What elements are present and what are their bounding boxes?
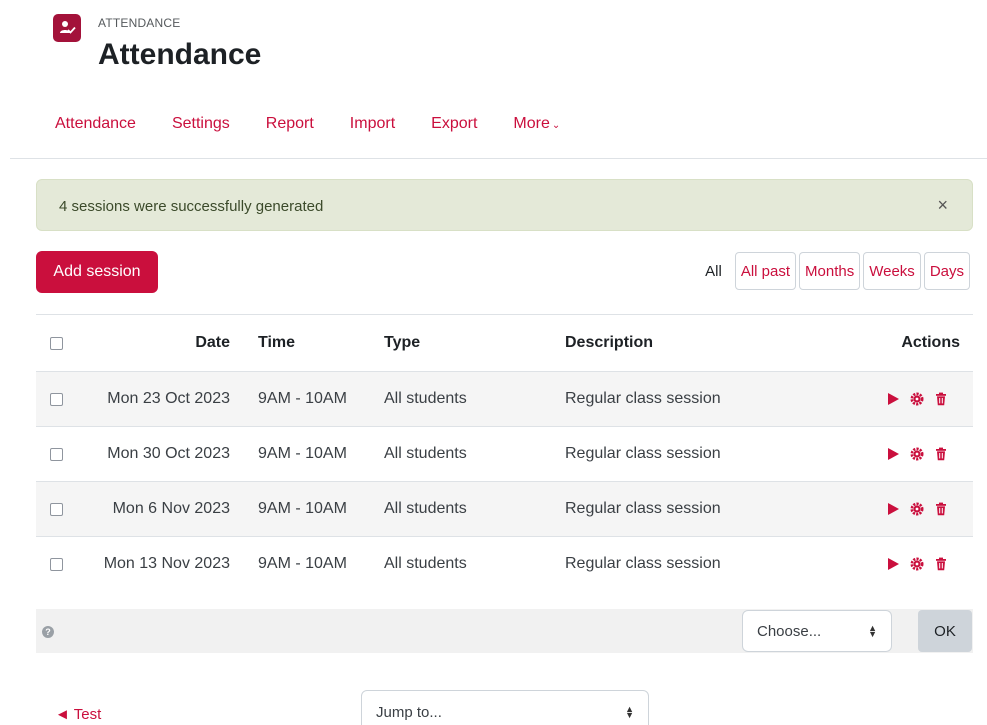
session-time: 9AM - 10AM xyxy=(258,500,347,517)
bulk-actions-bar: ? Choose... ▲ ▼ OK xyxy=(36,609,973,653)
row-checkbox[interactable] xyxy=(50,392,63,406)
session-date: Mon 6 Nov 2023 xyxy=(112,500,230,517)
select-arrows-icon: ▲ ▼ xyxy=(868,623,877,639)
view-weeks-button[interactable]: Weeks xyxy=(863,252,921,290)
session-description: Regular class session xyxy=(565,555,721,572)
module-eyebrow: ATTENDANCE xyxy=(98,16,181,30)
view-all-past-button[interactable]: All past xyxy=(734,252,797,290)
column-header-description: Description xyxy=(565,334,654,351)
trash-icon[interactable] xyxy=(934,447,948,461)
take-attendance-icon[interactable] xyxy=(886,392,900,406)
gear-icon[interactable] xyxy=(910,447,924,461)
table-row: Mon 30 Oct 2023 9AM - 10AM All students … xyxy=(36,426,973,481)
bulk-action-value: Choose... xyxy=(757,622,822,640)
add-session-button[interactable]: Add session xyxy=(36,251,158,293)
nav-more-label: More xyxy=(513,115,550,132)
nav-divider xyxy=(10,158,987,159)
session-time: 9AM - 10AM xyxy=(258,555,347,572)
column-header-type: Type xyxy=(384,334,421,351)
sessions-table: Date Time Type Description Actions Mon 2… xyxy=(36,314,973,591)
view-filter: All All past Months Weeks Days xyxy=(705,252,970,290)
session-type: All students xyxy=(384,390,467,407)
page-title: Attendance xyxy=(98,38,262,71)
take-attendance-icon[interactable] xyxy=(886,447,900,461)
session-type: All students xyxy=(384,500,467,517)
column-header-actions: Actions xyxy=(901,334,960,351)
select-all-checkbox[interactable] xyxy=(50,336,63,350)
session-time: 9AM - 10AM xyxy=(258,390,347,407)
take-attendance-icon[interactable] xyxy=(886,502,900,516)
gear-icon[interactable] xyxy=(910,502,924,516)
close-icon[interactable]: × xyxy=(937,195,948,216)
alert-message: 4 sessions were successfully generated xyxy=(59,198,324,215)
select-arrows-icon: ▲ ▼ xyxy=(625,704,634,720)
session-type: All students xyxy=(384,555,467,572)
session-description: Regular class session xyxy=(565,390,721,407)
session-date: Mon 13 Nov 2023 xyxy=(103,555,230,572)
take-attendance-icon[interactable] xyxy=(886,557,900,571)
row-checkbox[interactable] xyxy=(50,557,63,571)
jump-to-value: Jump to... xyxy=(376,703,442,721)
view-all: All xyxy=(705,262,722,280)
session-time: 9AM - 10AM xyxy=(258,445,347,462)
table-row: Mon 23 Oct 2023 9AM - 10AM All students … xyxy=(36,371,973,426)
table-row: Mon 6 Nov 2023 9AM - 10AM All students R… xyxy=(36,481,973,536)
nav-more[interactable]: More ⌄ xyxy=(513,115,560,133)
nav-report[interactable]: Report xyxy=(266,115,314,133)
chevron-down-icon: ⌄ xyxy=(551,120,561,131)
nav-settings[interactable]: Settings xyxy=(172,115,230,133)
view-days-button[interactable]: Days xyxy=(923,252,970,290)
session-description: Regular class session xyxy=(565,445,721,462)
nav-import[interactable]: Import xyxy=(350,115,395,133)
row-checkbox[interactable] xyxy=(50,502,63,516)
attendance-icon xyxy=(53,14,81,42)
ok-button[interactable]: OK xyxy=(918,610,972,652)
previous-activity-link[interactable]: ◄ Test xyxy=(55,706,101,723)
session-date: Mon 30 Oct 2023 xyxy=(107,445,230,462)
help-icon[interactable]: ? xyxy=(42,626,54,638)
table-header-row: Date Time Type Description Actions xyxy=(36,314,973,371)
session-date: Mon 23 Oct 2023 xyxy=(107,390,230,407)
nav-export[interactable]: Export xyxy=(431,115,477,133)
view-months-button[interactable]: Months xyxy=(799,252,861,290)
row-checkbox[interactable] xyxy=(50,447,63,461)
jump-to-select[interactable]: Jump to... ▲ ▼ xyxy=(361,690,649,725)
bulk-action-select[interactable]: Choose... ▲ ▼ xyxy=(742,610,892,652)
trash-icon[interactable] xyxy=(934,557,948,571)
success-alert: 4 sessions were successfully generated × xyxy=(36,179,973,231)
nav-attendance[interactable]: Attendance xyxy=(55,115,136,133)
column-header-time: Time xyxy=(258,334,296,351)
session-description: Regular class session xyxy=(565,500,721,517)
table-row: Mon 13 Nov 2023 9AM - 10AM All students … xyxy=(36,536,973,591)
session-type: All students xyxy=(384,445,467,462)
trash-icon[interactable] xyxy=(934,392,948,406)
column-header-date[interactable]: Date xyxy=(195,315,230,371)
gear-icon[interactable] xyxy=(910,557,924,571)
secondary-navigation: Attendance Settings Report Import Export… xyxy=(55,115,596,133)
trash-icon[interactable] xyxy=(934,502,948,516)
gear-icon[interactable] xyxy=(910,392,924,406)
